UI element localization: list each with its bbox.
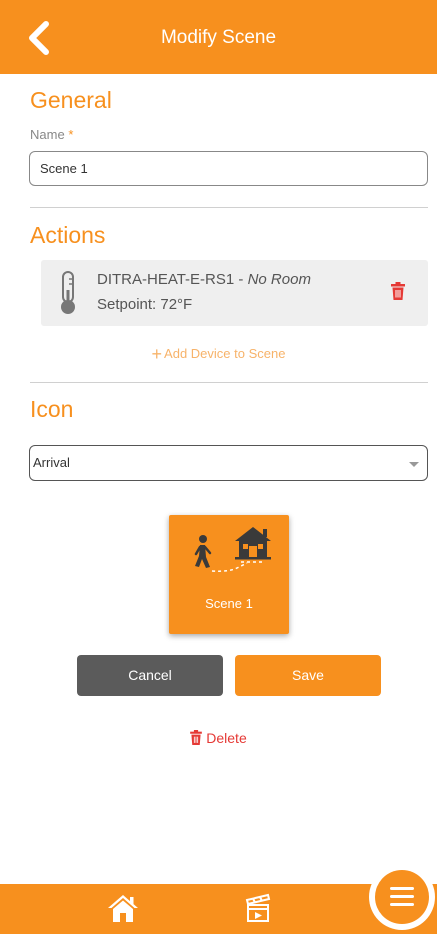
section-divider xyxy=(30,207,428,208)
plus-icon: + xyxy=(151,344,163,364)
icon-select[interactable]: Arrival xyxy=(29,445,428,481)
nav-scenes-button[interactable] xyxy=(244,893,272,928)
menu-button[interactable] xyxy=(375,870,429,924)
menu-fab xyxy=(369,864,435,930)
app-header: Modify Scene xyxy=(0,0,437,74)
page-title: Modify Scene xyxy=(160,27,277,48)
device-name-text: DITRA-HEAT-E-RS1 xyxy=(97,271,235,288)
cancel-button[interactable]: Cancel xyxy=(77,655,223,696)
scenes-icon xyxy=(245,893,271,922)
name-label-text: Name xyxy=(30,127,65,142)
name-field-label: Name * xyxy=(30,127,73,142)
device-room: No Room xyxy=(247,271,311,288)
scene-name-input[interactable] xyxy=(29,151,428,186)
save-button[interactable]: Save xyxy=(235,655,381,696)
home-icon xyxy=(108,895,138,922)
add-device-label: Add Device to Scene xyxy=(164,346,286,361)
device-name-separator: - xyxy=(234,271,248,288)
device-action-card[interactable]: DITRA-HEAT-E-RS1 - No Room Setpoint: 72°… xyxy=(41,260,428,326)
delete-label: Delete xyxy=(206,730,247,746)
trash-icon xyxy=(391,282,405,300)
required-asterisk: * xyxy=(68,127,74,142)
delete-scene-button[interactable]: Delete xyxy=(0,730,437,746)
nav-home-button[interactable] xyxy=(106,893,140,928)
thermometer-icon xyxy=(61,271,75,314)
trash-icon xyxy=(190,730,203,745)
device-setpoint: Setpoint: 72°F xyxy=(97,296,193,313)
add-device-button[interactable]: + Add Device to Scene xyxy=(0,344,437,365)
device-name: DITRA-HEAT-E-RS1 - No Room xyxy=(97,271,311,288)
section-divider xyxy=(30,382,428,383)
icon-select-value: Arrival xyxy=(33,455,70,470)
remove-device-button[interactable] xyxy=(391,282,405,305)
scene-preview-tile: Scene 1 xyxy=(169,515,289,634)
general-section-title: General xyxy=(30,87,112,113)
caret-down-icon xyxy=(409,462,419,467)
scene-preview-label: Scene 1 xyxy=(205,596,253,611)
actions-section-title: Actions xyxy=(30,222,106,248)
arrival-icon xyxy=(194,527,271,572)
icon-section-title: Icon xyxy=(30,396,74,422)
